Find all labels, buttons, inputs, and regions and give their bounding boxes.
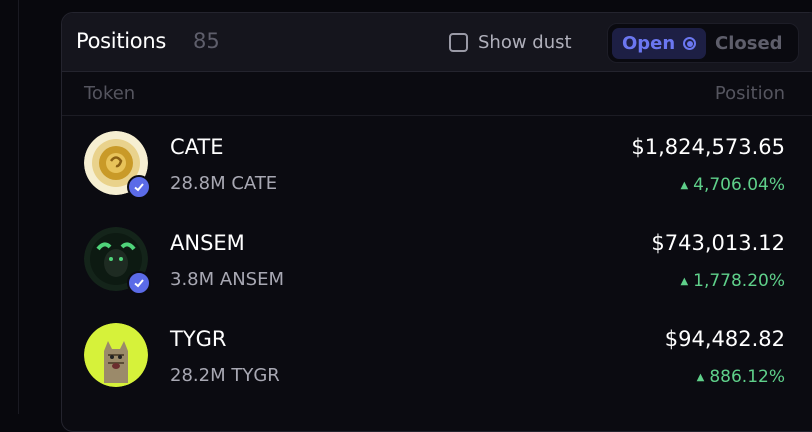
sidebar-divider xyxy=(18,0,19,414)
position-change-text: 4,706.04% xyxy=(693,175,785,195)
position-change-text: 1,778.20% xyxy=(693,271,785,291)
up-triangle-icon: ▲ xyxy=(696,371,705,383)
position-change: ▲ 886.12% xyxy=(697,367,785,387)
token-amount: 28.2M TYGR xyxy=(170,365,280,386)
position-change-text: 886.12% xyxy=(709,367,785,387)
token-symbol: CATE xyxy=(170,135,224,159)
position-value: $94,482.82 xyxy=(664,327,785,351)
radio-selected-icon xyxy=(683,37,697,50)
position-value: $1,824,573.65 xyxy=(631,135,785,159)
tab-open[interactable]: Open xyxy=(612,28,706,59)
show-dust-checkbox[interactable] xyxy=(449,33,468,52)
column-header-position: Position xyxy=(714,83,785,104)
token-symbol: ANSEM xyxy=(170,231,245,255)
show-dust-label: Show dust xyxy=(478,32,572,53)
up-triangle-icon: ▲ xyxy=(680,179,689,191)
page-title: Positions xyxy=(76,29,167,53)
column-header-token: Token xyxy=(84,83,136,104)
verified-badge-icon xyxy=(127,175,151,199)
up-triangle-icon: ▲ xyxy=(680,275,689,287)
positions-header: Positions 85 Show dust Open Closed xyxy=(62,13,812,72)
tab-closed[interactable]: Closed xyxy=(715,28,783,59)
show-dust-toggle[interactable]: Show dust xyxy=(449,32,572,53)
token-symbol: TYGR xyxy=(170,327,227,351)
tygr-token-avatar-icon xyxy=(84,323,148,387)
position-value: $743,013.12 xyxy=(651,231,785,255)
position-change: ▲ 1,778.20% xyxy=(680,271,785,291)
token-amount: 3.8M ANSEM xyxy=(170,269,284,290)
open-closed-segmented-control: Open Closed xyxy=(607,23,799,63)
table-row[interactable]: ANSEM 3.8M ANSEM $743,013.12 ▲ 1,778.20% xyxy=(62,213,812,307)
positions-panel: Positions 85 Show dust Open Closed Token… xyxy=(61,12,812,432)
table-row[interactable]: CATE 28.8M CATE $1,824,573.65 ▲ 4,706.04… xyxy=(62,117,812,211)
token-amount: 28.8M CATE xyxy=(170,173,278,194)
positions-count: 85 xyxy=(193,29,220,53)
table-row[interactable]: TYGR 28.2M TYGR $94,482.82 ▲ 886.12% xyxy=(62,309,812,403)
tab-open-label: Open xyxy=(622,33,676,54)
table-header: Token Position xyxy=(62,72,812,116)
position-change: ▲ 4,706.04% xyxy=(680,175,785,195)
verified-badge-icon xyxy=(127,271,151,295)
